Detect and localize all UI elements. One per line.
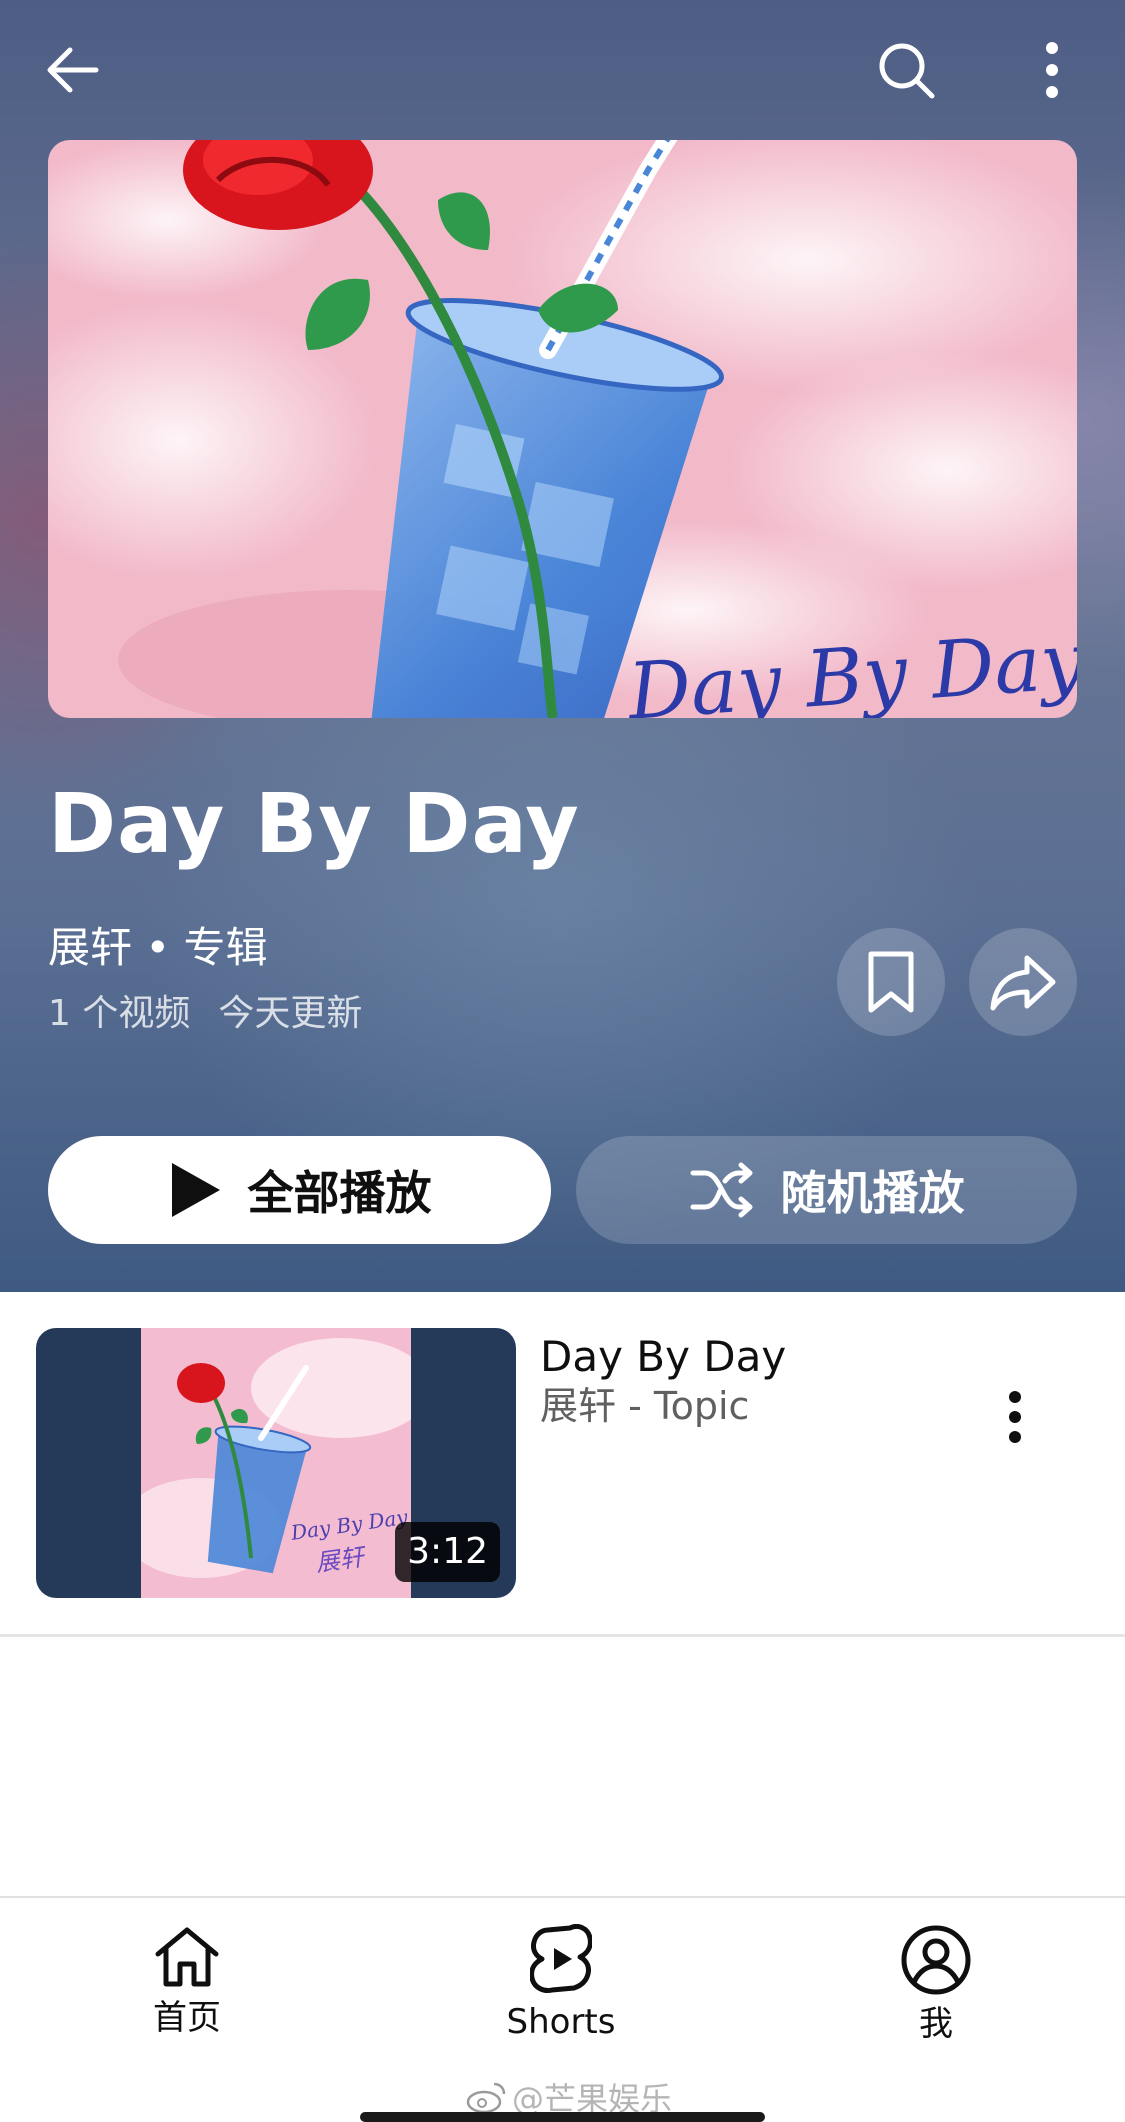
more-options-button[interactable] [1010, 28, 1094, 112]
back-button[interactable] [30, 28, 114, 112]
nav-home[interactable]: 首页 [77, 1924, 297, 2040]
list-divider [0, 1634, 1125, 1637]
video-count: 1 个视频 [48, 993, 191, 1034]
bookmark-icon [868, 951, 914, 1013]
weibo-icon [466, 2082, 506, 2114]
shuffle-label: 随机播放 [780, 1166, 965, 1220]
nav-home-label: 首页 [153, 1998, 221, 2038]
video-thumbnail[interactable]: Day By Day 展轩 3:12 [36, 1328, 516, 1598]
nav-shorts[interactable]: Shorts [451, 1924, 671, 2044]
shuffle-icon [690, 1162, 752, 1218]
shuffle-button[interactable]: 随机播放 [576, 1136, 1077, 1244]
video-more-button[interactable] [980, 1372, 1050, 1462]
nav-me-label: 我 [919, 2004, 953, 2044]
search-button[interactable] [864, 28, 948, 112]
playlist-header: Day By Day Day By Day 展轩 • 专辑 1 个视频 今天更新… [0, 0, 1125, 1292]
home-icon [155, 1927, 219, 1987]
bottom-nav: 首页 Shorts 我 [0, 1898, 1125, 2098]
artist-name[interactable]: 展轩 [48, 918, 132, 978]
duration-badge: 3:12 [395, 1522, 500, 1582]
list-item[interactable]: Day By Day 展轩 3:12 Day By Day 展轩 - Topic [0, 1292, 1125, 1636]
updated-text: 今天更新 [218, 993, 363, 1034]
subtitle-separator: • [132, 923, 184, 972]
shorts-icon [530, 1924, 592, 1993]
play-all-button[interactable]: 全部播放 [48, 1136, 551, 1244]
video-channel: 展轩 - Topic [540, 1384, 750, 1428]
thumbnail-art: Day By Day 展轩 [141, 1328, 411, 1598]
nav-shorts-label: Shorts [506, 2002, 616, 2042]
play-all-label: 全部播放 [247, 1166, 432, 1220]
video-title[interactable]: Day By Day [540, 1328, 786, 1386]
more-vert-icon [1046, 42, 1058, 98]
search-icon [879, 43, 935, 99]
playlist-cover: Day By Day [48, 140, 1077, 718]
more-vert-icon [1009, 1391, 1021, 1443]
arrow-left-icon [47, 47, 99, 93]
save-playlist-button[interactable] [837, 928, 945, 1036]
playlist-type: 专辑 [183, 923, 268, 972]
nav-me[interactable]: 我 [826, 1924, 1046, 2046]
share-button[interactable] [969, 928, 1077, 1036]
home-indicator [360, 2112, 765, 2122]
playlist-title: Day By Day [48, 777, 580, 872]
playlist-subtitle[interactable]: 展轩 • 专辑 [48, 918, 268, 978]
share-icon [990, 955, 1056, 1011]
play-icon [171, 1163, 220, 1217]
playlist-meta: 1 个视频 今天更新 [48, 988, 362, 1040]
account-icon [901, 1925, 971, 1995]
